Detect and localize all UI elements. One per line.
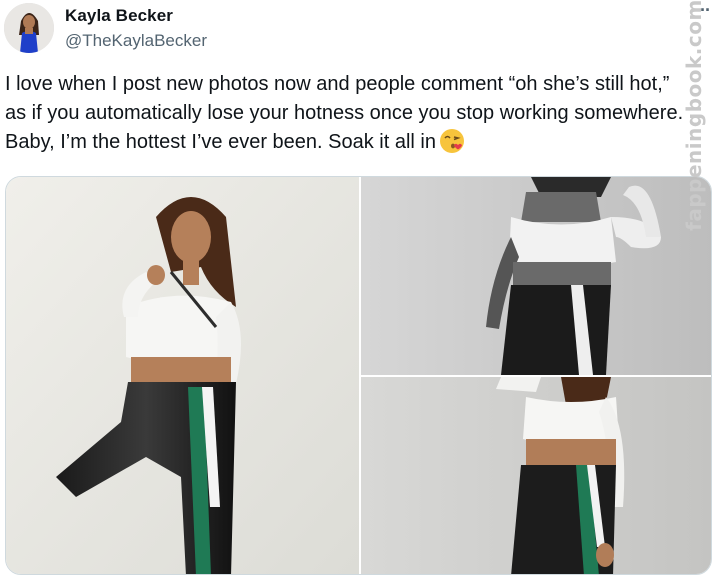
- photo-1[interactable]: [6, 177, 359, 574]
- photo-3[interactable]: [361, 377, 711, 574]
- tweet-text: I love when I post new photos now and pe…: [5, 70, 695, 163]
- author-handle[interactable]: @TheKaylaBecker: [65, 31, 207, 51]
- face-blowing-kiss-icon: [439, 128, 465, 163]
- avatar-image: [4, 3, 54, 53]
- watermark-text: fappeningbook.com: [682, 0, 706, 231]
- tweet-body: I love when I post new photos now and pe…: [5, 73, 684, 153]
- author-name[interactable]: Kayla Becker: [65, 6, 173, 26]
- watermark: fappeningbook.com: [679, 0, 709, 231]
- media-grid[interactable]: [5, 176, 712, 575]
- photo-2[interactable]: [361, 177, 711, 375]
- avatar[interactable]: [4, 3, 54, 53]
